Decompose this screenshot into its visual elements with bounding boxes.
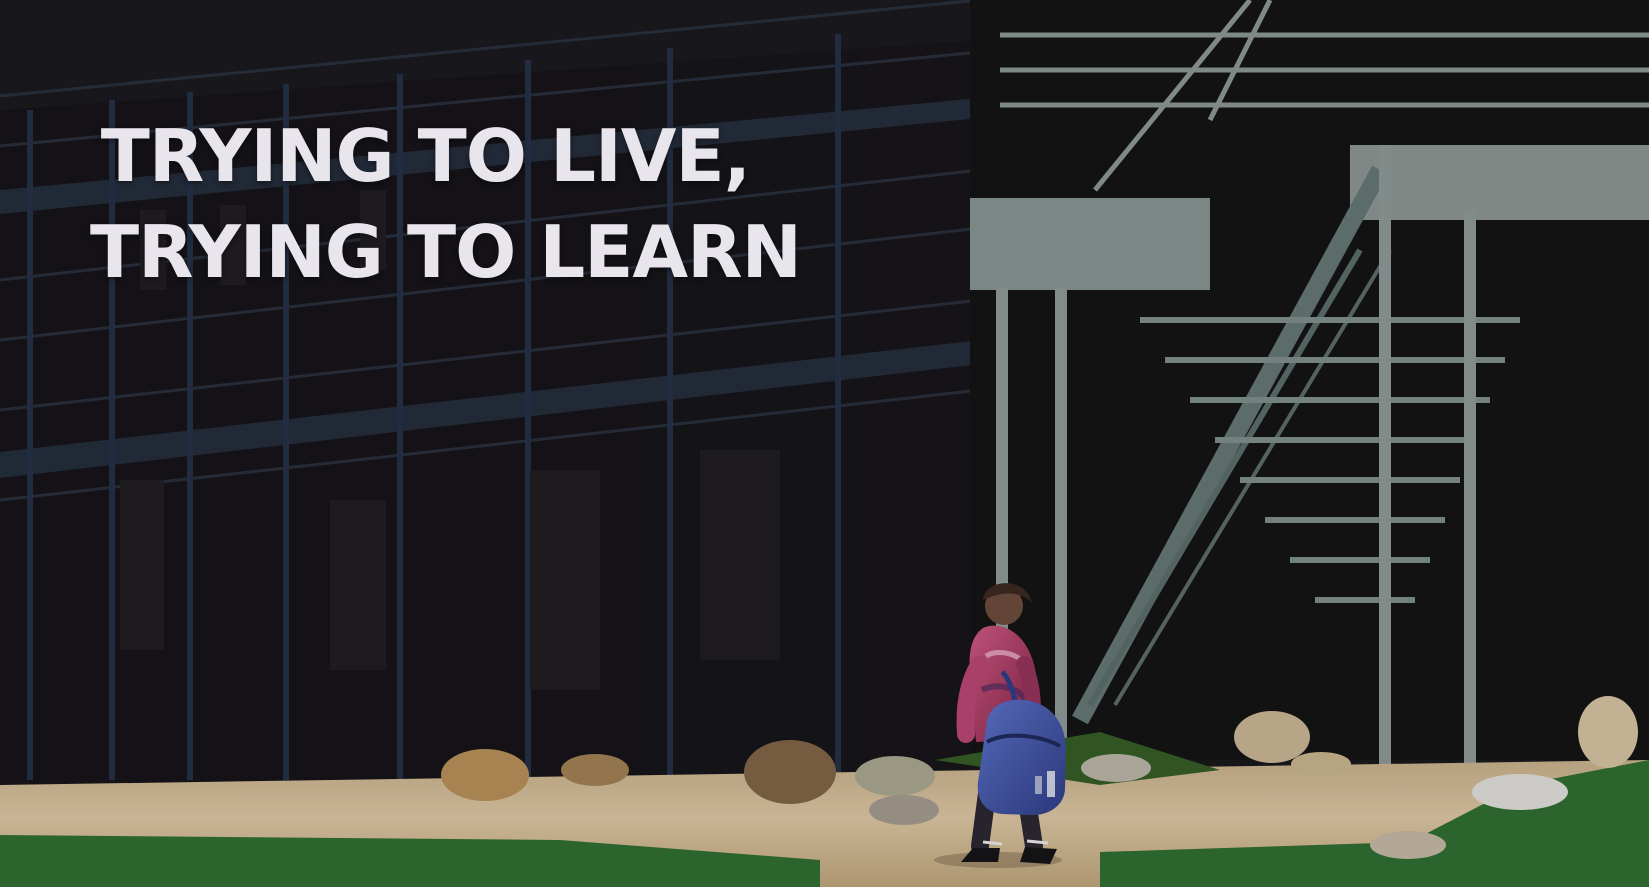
headline: TRYING TO LIVE, TRYING TO LEARN bbox=[90, 108, 802, 300]
headline-line-2: TRYING TO LEARN bbox=[90, 210, 802, 294]
headline-line-1: TRYING TO LIVE, bbox=[100, 114, 751, 198]
hero-banner: TRYING TO LIVE, TRYING TO LEARN bbox=[0, 0, 1649, 887]
